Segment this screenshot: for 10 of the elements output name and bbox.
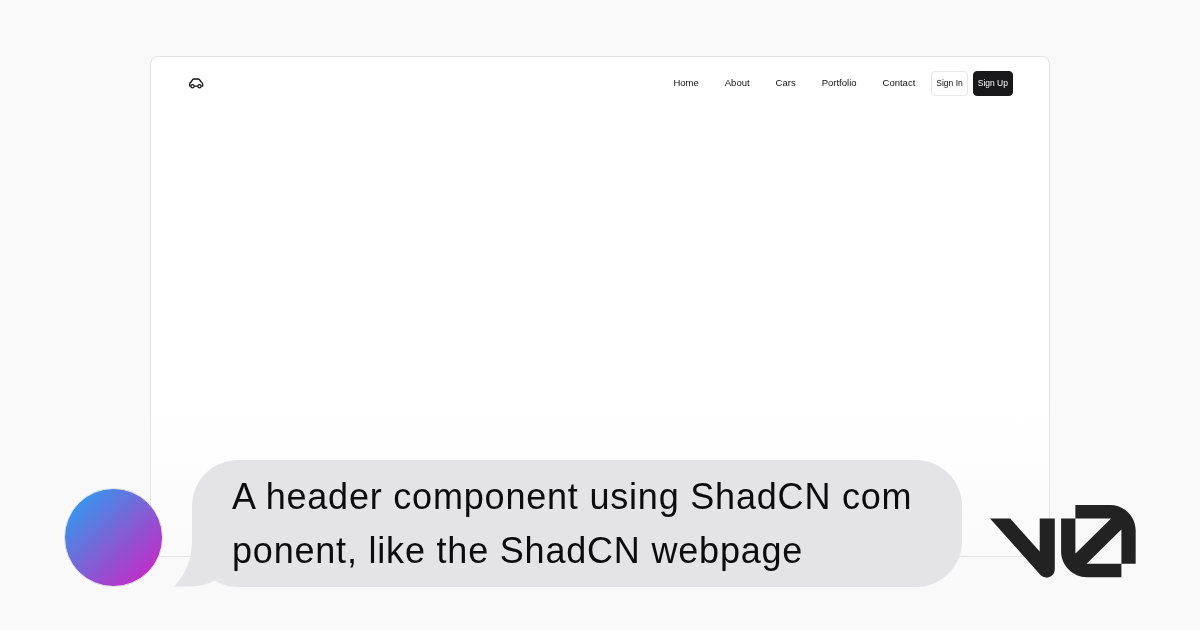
nav-link[interactable]: Contact [882, 76, 916, 90]
car-icon[interactable] [188, 78, 204, 89]
nav-link[interactable]: Portfolio [821, 76, 857, 90]
logo-icon [990, 505, 1136, 578]
nav-link[interactable]: About [724, 76, 750, 90]
nav-link[interactable]: Cars [775, 76, 796, 90]
sign-up-button[interactable]: Sign Up [972, 70, 1013, 96]
prompt-text: A header component using ShadCN com ponent, like the ShadCN webpage [232, 475, 913, 573]
sign-in-button[interactable]: Sign In [931, 70, 968, 96]
nav-link[interactable]: Home [673, 76, 699, 90]
